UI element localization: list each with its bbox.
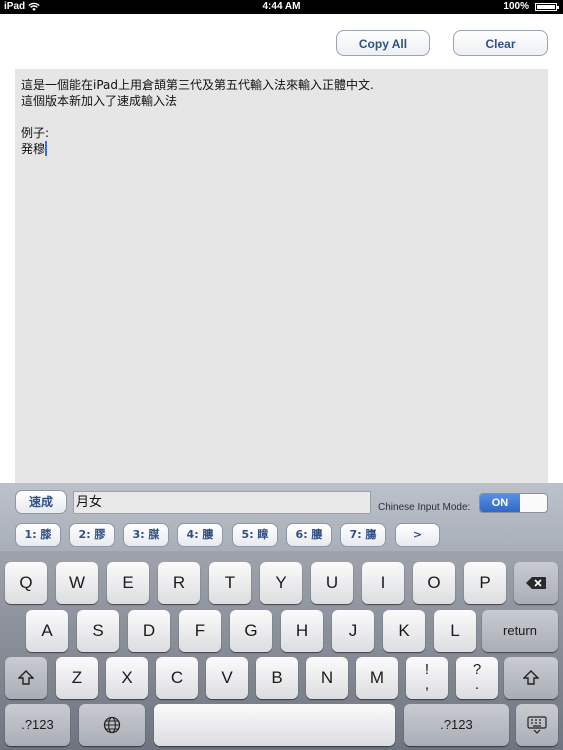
key-q[interactable]: Q — [5, 562, 47, 604]
copy-all-button[interactable]: Copy All — [336, 30, 430, 56]
key-t[interactable]: T — [209, 562, 251, 604]
text-line: 例子: — [21, 126, 50, 140]
numbers-key-right[interactable]: .?123 — [404, 704, 509, 746]
shift-icon — [18, 670, 34, 685]
key-n[interactable]: N — [306, 657, 348, 699]
battery-icon — [535, 3, 559, 11]
battery-fill — [537, 5, 555, 9]
text-line: 這個版本新加入了速成輸入法 — [21, 94, 178, 108]
key-bottom-glyph: , — [424, 676, 430, 693]
clock: 4:44 AM — [262, 1, 301, 12]
clear-button[interactable]: Clear — [453, 30, 548, 56]
candidate-4[interactable]: 4: 膢 — [177, 523, 223, 547]
globe-icon — [103, 716, 121, 734]
key-b[interactable]: B — [256, 657, 298, 699]
candidate-7[interactable]: 7: 膓 — [340, 523, 386, 547]
key-s[interactable]: S — [77, 610, 119, 652]
input-method-button[interactable]: 速成 — [15, 490, 67, 514]
shift-key-right[interactable] — [504, 657, 558, 699]
text-line-blank — [21, 109, 542, 125]
key-exclaim-comma[interactable]: ! , — [406, 657, 448, 699]
key-y[interactable]: Y — [260, 562, 302, 604]
candidates-next-button[interactable]: > — [395, 523, 440, 547]
globe-key[interactable] — [79, 704, 145, 746]
space-bar[interactable] — [154, 704, 395, 746]
key-f[interactable]: F — [179, 610, 221, 652]
key-k[interactable]: K — [383, 610, 425, 652]
shift-key-left[interactable] — [5, 657, 47, 699]
key-a[interactable]: A — [26, 610, 68, 652]
key-h[interactable]: H — [281, 610, 323, 652]
key-top-glyph: ? — [472, 661, 482, 678]
key-g[interactable]: G — [230, 610, 272, 652]
candidate-bar: 速成 月女 Chinese Input Mode: ON 1: 膝 2: 膠 3… — [0, 483, 563, 551]
backspace-key[interactable] — [514, 562, 558, 604]
hide-keyboard-icon — [527, 716, 547, 734]
text-editor[interactable]: 這是一個能在iPad上用倉頡第三代及第五代輸入法來輸入正體中文. 這個版本新加入… — [15, 69, 548, 483]
keyboard: Q W E R T Y U I O P A S D F G H J K L re… — [0, 551, 563, 750]
key-l[interactable]: L — [434, 610, 476, 652]
status-bar: iPad 4:44 AM 100% — [0, 0, 563, 14]
key-c[interactable]: C — [156, 657, 198, 699]
key-o[interactable]: O — [413, 562, 455, 604]
candidate-2[interactable]: 2: 膠 — [69, 523, 115, 547]
chinese-input-mode-label: Chinese Input Mode: — [378, 502, 471, 513]
key-bottom-glyph: . — [474, 676, 480, 693]
battery-percent: 100% — [503, 1, 529, 12]
toggle-on-label: ON — [480, 494, 520, 512]
candidate-1[interactable]: 1: 膝 — [15, 523, 61, 547]
candidate-3[interactable]: 3: 腜 — [123, 523, 169, 547]
chinese-input-mode-toggle[interactable]: ON — [479, 493, 548, 513]
candidate-6[interactable]: 6: 膢 — [286, 523, 332, 547]
key-d[interactable]: D — [128, 610, 170, 652]
backspace-icon — [526, 577, 546, 589]
key-x[interactable]: X — [106, 657, 148, 699]
key-v[interactable]: V — [206, 657, 248, 699]
key-z[interactable]: Z — [56, 657, 98, 699]
input-code-field: 月女 — [73, 491, 371, 514]
key-r[interactable]: R — [158, 562, 200, 604]
hide-keyboard-key[interactable] — [516, 704, 558, 746]
key-m[interactable]: M — [356, 657, 398, 699]
shift-icon — [523, 670, 539, 685]
numbers-key-left[interactable]: .?123 — [5, 704, 70, 746]
key-j[interactable]: J — [332, 610, 374, 652]
text-line: 這是一個能在iPad上用倉頡第三代及第五代輸入法來輸入正體中文. — [21, 78, 374, 92]
key-i[interactable]: I — [362, 562, 404, 604]
key-p[interactable]: P — [464, 562, 506, 604]
return-key[interactable]: return — [482, 610, 558, 652]
key-top-glyph: ! — [424, 661, 430, 678]
key-w[interactable]: W — [56, 562, 98, 604]
key-question-period[interactable]: ? . — [456, 657, 498, 699]
key-u[interactable]: U — [311, 562, 353, 604]
key-e[interactable]: E — [107, 562, 149, 604]
text-line: 発穆 — [21, 142, 46, 156]
candidate-5[interactable]: 5: 瞕 — [232, 523, 278, 547]
text-caret — [45, 141, 48, 156]
